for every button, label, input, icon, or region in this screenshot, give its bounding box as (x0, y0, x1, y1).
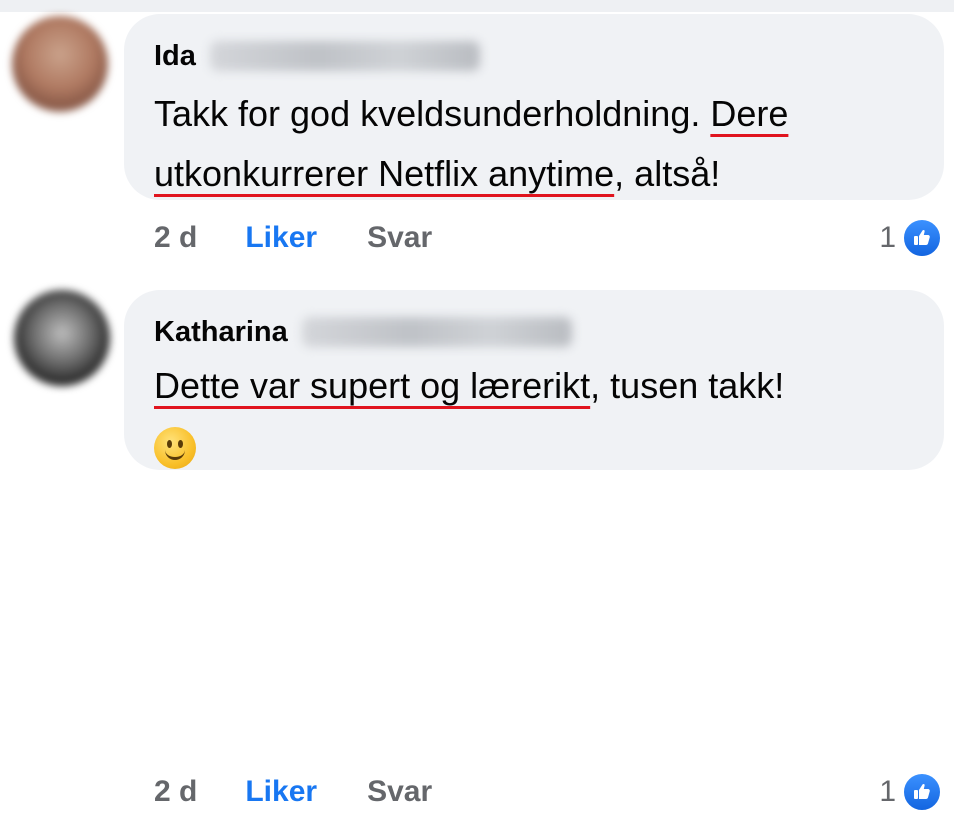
thumbs-up-icon (902, 772, 942, 812)
timestamp[interactable]: 2 d (154, 775, 197, 809)
avatar[interactable] (12, 16, 108, 112)
comment-text-part: Takk for god kveldsunderholdning. (154, 93, 711, 134)
redacted-name (301, 317, 572, 347)
comment-actions: 2 d Liker Svar (154, 770, 432, 814)
comment-author[interactable]: Katharina (154, 316, 288, 349)
comment-text: Dette var supert og lærerikt, tusen takk… (154, 356, 784, 476)
comment-text-part: , tusen takk! (590, 365, 785, 406)
comment-text-part: , altså! (614, 153, 721, 194)
reactions-summary[interactable]: 1 (879, 216, 942, 260)
comment-author[interactable]: Ida (154, 40, 196, 73)
comment-header: Katharina (154, 312, 572, 352)
comment-bubble: Ida Takk for god kveldsunderholdning. De… (124, 14, 944, 200)
like-button[interactable]: Liker (245, 221, 317, 255)
reaction-count: 1 (879, 221, 896, 254)
underlined-text: Dette var supert og lærerikt (154, 365, 591, 406)
thumbs-up-icon (902, 218, 942, 258)
timestamp[interactable]: 2 d (154, 221, 197, 255)
comment-header: Ida (154, 36, 480, 76)
reaction-count: 1 (879, 775, 896, 808)
smiling-face-icon (154, 427, 196, 470)
comment-actions: 2 d Liker Svar (154, 216, 432, 260)
like-button[interactable]: Liker (245, 775, 317, 809)
reply-button[interactable]: Svar (367, 221, 432, 255)
reactions-summary[interactable]: 1 (879, 770, 942, 814)
underlined-text: utkonkurrerer Netflix anytime (154, 153, 615, 194)
comment-text: Takk for god kveldsunderholdning. Dere u… (154, 84, 788, 204)
redacted-name (209, 41, 480, 71)
underlined-text: Dere (710, 93, 789, 134)
top-bar (0, 0, 954, 12)
comment-bubble: Katharina Dette var supert og lærerikt, … (124, 290, 944, 470)
reply-button[interactable]: Svar (367, 775, 432, 809)
avatar[interactable] (14, 290, 110, 386)
